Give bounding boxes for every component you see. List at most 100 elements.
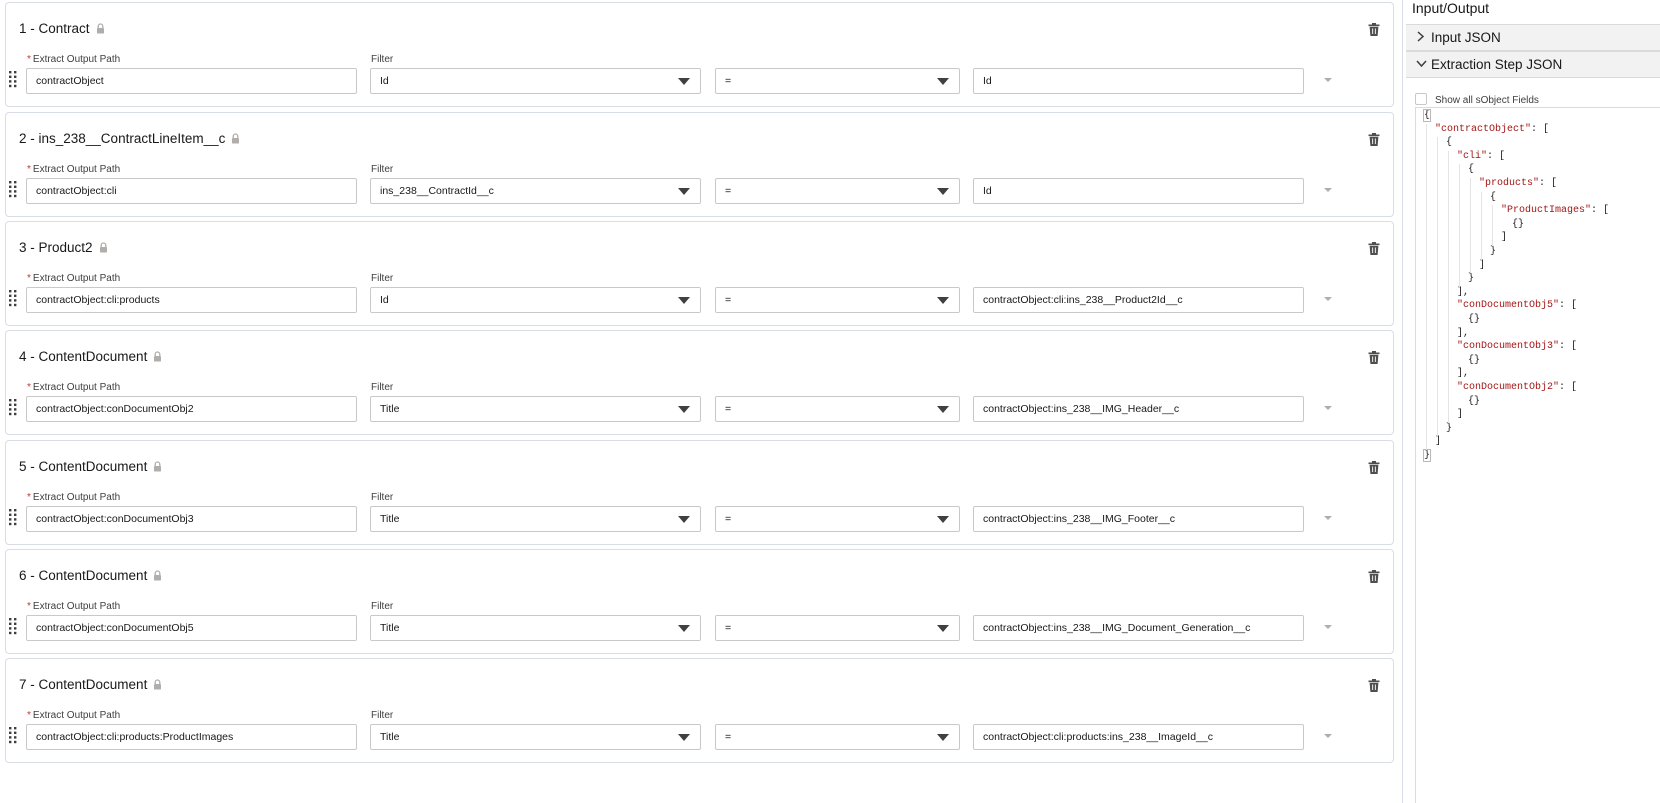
- json-line: "cli": [: [1457, 151, 1505, 162]
- show-all-sobject-fields[interactable]: Show all sObject Fields: [1415, 93, 1539, 106]
- chevron-down-icon: [937, 188, 949, 195]
- step-title[interactable]: 5 - ContentDocument: [19, 459, 162, 474]
- extraction-json-viewer[interactable]: {"contractObject": [{"cli": [{"products"…: [1415, 107, 1660, 803]
- filter-field-select[interactable]: ins_238__ContractId__c: [370, 178, 701, 204]
- extract-output-path-input[interactable]: contractObject:cli:products:ProductImage…: [26, 724, 357, 750]
- input-json-label: Input JSON: [1431, 30, 1501, 45]
- chevron-down-icon: [678, 297, 690, 304]
- filter-value-input[interactable]: contractObject:ins_238__IMG_Header__c: [973, 396, 1304, 422]
- step-title-text: 7 - ContentDocument: [19, 677, 148, 692]
- trash-icon[interactable]: [1368, 242, 1380, 255]
- filter-value-input[interactable]: contractObject:ins_238__IMG_Footer__c: [973, 506, 1304, 532]
- filter-field-select[interactable]: Id: [370, 287, 701, 313]
- row-menu-chevron-icon[interactable]: [1324, 188, 1332, 192]
- json-key: "conDocumentObj5": [1457, 300, 1560, 312]
- extraction-step-card: 3 - Product2 * Extract Output Path Filter co…: [5, 221, 1394, 326]
- json-indent-guide: [1470, 178, 1471, 274]
- json-line: }: [1468, 273, 1474, 284]
- filter-operator-select[interactable]: =: [715, 615, 960, 641]
- step-title-text: 2 - ins_238__ContractLineItem__c: [19, 131, 226, 146]
- step-title-text: 1 - Contract: [19, 21, 90, 36]
- extract-output-path-input[interactable]: contractObject:conDocumentObj3: [26, 506, 357, 532]
- trash-icon[interactable]: [1368, 133, 1380, 146]
- filter-field-select[interactable]: Title: [370, 615, 701, 641]
- json-punctuation: ]: [1501, 232, 1508, 244]
- extract-output-path-input[interactable]: contractObject:cli:products: [26, 287, 357, 313]
- row-menu-chevron-icon[interactable]: [1324, 78, 1332, 82]
- step-title[interactable]: 6 - ContentDocument: [19, 568, 162, 583]
- show-all-checkbox[interactable]: [1415, 93, 1427, 105]
- filter-operator-value: =: [725, 294, 732, 306]
- drag-handle-icon[interactable]: [9, 509, 17, 526]
- row-menu-chevron-icon[interactable]: [1324, 516, 1332, 520]
- extraction-step-json-section-toggle[interactable]: Extraction Step JSON: [1406, 51, 1660, 78]
- filter-field-select[interactable]: Id: [370, 68, 701, 94]
- json-punctuation: {: [1490, 191, 1497, 203]
- filter-operator-select[interactable]: =: [715, 396, 960, 422]
- filter-label: Filter: [371, 164, 394, 175]
- step-title[interactable]: 4 - ContentDocument: [19, 349, 162, 364]
- drag-handle-icon[interactable]: [9, 727, 17, 744]
- filter-label: Filter: [371, 492, 394, 503]
- filter-value-input[interactable]: Id: [973, 68, 1304, 94]
- filter-field-value: ins_238__ContractId__c: [380, 185, 494, 197]
- step-title[interactable]: 1 - Contract: [19, 21, 105, 36]
- row-menu-chevron-icon[interactable]: [1324, 406, 1332, 410]
- drag-handle-icon[interactable]: [9, 399, 17, 416]
- json-key: "conDocumentObj2": [1457, 382, 1560, 393]
- filter-operator-select[interactable]: =: [715, 68, 960, 94]
- json-line: {}: [1468, 396, 1480, 407]
- extract-output-path-label-text: Extract Output Path: [32, 382, 121, 393]
- extract-output-path-input[interactable]: contractObject:cli: [26, 178, 357, 204]
- filter-operator-select[interactable]: =: [715, 506, 960, 532]
- input-json-section-toggle[interactable]: Input JSON: [1406, 24, 1660, 51]
- filter-value-input[interactable]: contractObject:cli:products:ins_238__Ima…: [973, 724, 1304, 750]
- json-line: "conDocumentObj2": [: [1457, 382, 1577, 393]
- panel-title: Input/Output: [1412, 0, 1490, 16]
- filter-field-select[interactable]: Title: [370, 506, 701, 532]
- filter-value-input[interactable]: Id: [973, 178, 1304, 204]
- row-menu-chevron-icon[interactable]: [1324, 625, 1332, 629]
- json-indent-guide: [1437, 137, 1438, 437]
- filter-label: Filter: [371, 273, 394, 284]
- drag-handle-icon[interactable]: [9, 181, 17, 198]
- chevron-down-icon: [678, 625, 690, 632]
- extract-output-path-label: * Extract Output Path: [27, 273, 120, 284]
- trash-icon[interactable]: [1368, 570, 1380, 583]
- extract-output-path-label: * Extract Output Path: [27, 382, 120, 393]
- filter-operator-select[interactable]: =: [715, 178, 960, 204]
- json-punctuation: {}: [1512, 218, 1525, 230]
- extraction-step-json-label: Extraction Step JSON: [1431, 57, 1563, 72]
- extract-output-path-input[interactable]: contractObject:conDocumentObj5: [26, 615, 357, 641]
- json-line: ]: [1479, 260, 1485, 271]
- filter-operator-select[interactable]: =: [715, 287, 960, 313]
- step-title[interactable]: 7 - ContentDocument: [19, 677, 162, 692]
- filter-field-value: Title: [380, 403, 400, 415]
- filter-field-select[interactable]: Title: [370, 396, 701, 422]
- step-title[interactable]: 3 - Product2: [19, 240, 108, 255]
- json-punctuation: ],: [1457, 286, 1470, 298]
- filter-value-input[interactable]: contractObject:ins_238__IMG_Document_Gen…: [973, 615, 1304, 641]
- trash-icon[interactable]: [1368, 461, 1380, 474]
- filter-value-input[interactable]: contractObject:cli:ins_238__Product2Id__…: [973, 287, 1304, 313]
- extract-output-path-label-text: Extract Output Path: [32, 54, 121, 65]
- drag-handle-icon[interactable]: [9, 618, 17, 635]
- drag-handle-icon[interactable]: [9, 290, 17, 307]
- extract-output-path-label: * Extract Output Path: [27, 492, 120, 503]
- filter-operator-select[interactable]: =: [715, 724, 960, 750]
- trash-icon[interactable]: [1368, 351, 1380, 364]
- extract-output-path-input[interactable]: contractObject: [26, 68, 357, 94]
- row-menu-chevron-icon[interactable]: [1324, 734, 1332, 738]
- json-line: ],: [1457, 328, 1469, 339]
- filter-field-select[interactable]: Title: [370, 724, 701, 750]
- step-title[interactable]: 2 - ins_238__ContractLineItem__c: [19, 131, 240, 146]
- extract-output-path-input[interactable]: contractObject:conDocumentObj2: [26, 396, 357, 422]
- json-line: }: [1490, 246, 1496, 257]
- row-menu-chevron-icon[interactable]: [1324, 297, 1332, 301]
- drag-handle-icon[interactable]: [9, 71, 17, 88]
- trash-icon[interactable]: [1368, 23, 1380, 36]
- json-punctuation: }: [1446, 422, 1453, 434]
- json-punctuation: : [: [1539, 178, 1558, 189]
- extract-output-path-label-text: Extract Output Path: [32, 601, 121, 612]
- trash-icon[interactable]: [1368, 679, 1380, 692]
